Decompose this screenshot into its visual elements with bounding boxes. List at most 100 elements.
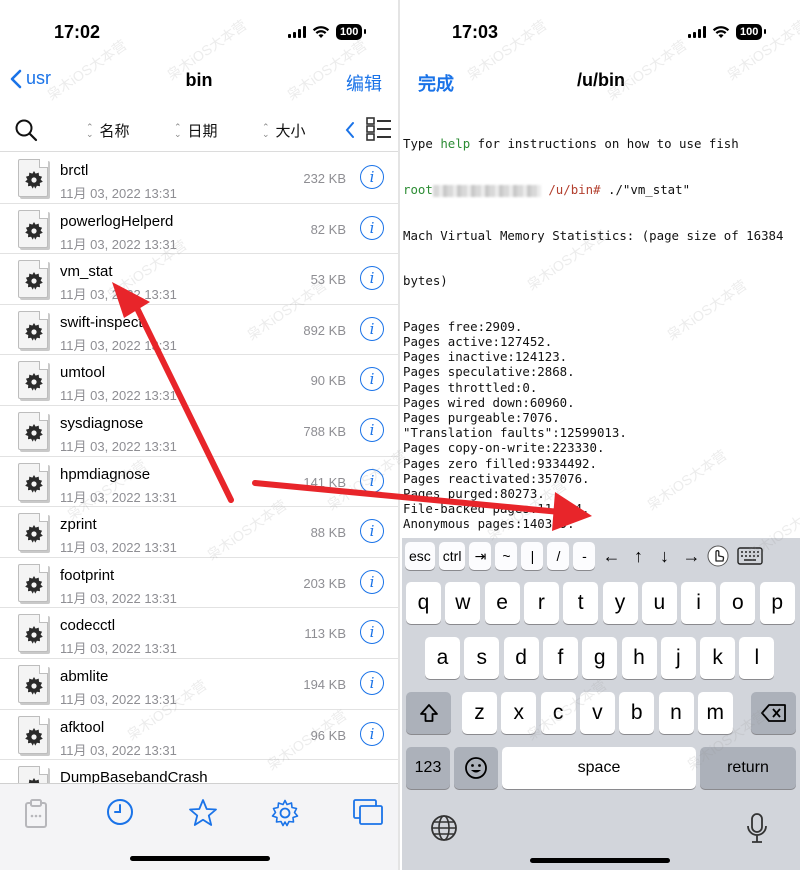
file-row[interactable]: powerlogHelperd 11月 03, 2022 13:31 82 KB i [0,204,398,255]
info-icon[interactable]: i [360,165,384,189]
key-v[interactable]: v [579,692,615,734]
numbers-key[interactable]: 123 [406,747,450,789]
key-m[interactable]: m [697,692,733,734]
key-w[interactable]: w [445,582,481,624]
space-key[interactable]: space [502,747,696,789]
microphone-icon[interactable] [746,812,768,844]
hand-pointer-icon[interactable] [707,544,729,568]
info-icon[interactable]: i [360,367,384,392]
key-t[interactable]: t [563,582,599,624]
file-row[interactable]: abmlite 11月 03, 2022 13:31 194 KB i [0,659,398,710]
file-row[interactable]: sysdiagnose 11月 03, 2022 13:31 788 KB i [0,406,398,457]
arrow-right-key[interactable]: → [679,542,703,570]
pipe-key[interactable]: | [521,542,544,570]
ctrl-key[interactable]: ctrl [438,542,466,570]
info-icon[interactable]: i [360,316,384,341]
file-row[interactable]: hpmdiagnose 11月 03, 2022 13:31 141 KB i [0,457,398,508]
gear-icon[interactable] [270,798,300,828]
arrow-left-key[interactable]: ← [599,542,623,570]
key-b[interactable]: b [619,692,655,734]
info-icon[interactable]: i [360,519,384,544]
key-p[interactable]: p [759,582,795,624]
dash-key[interactable]: - [573,542,596,570]
key-y[interactable]: y [602,582,638,624]
info-icon[interactable]: i [360,215,384,240]
tab-key[interactable]: ⇥ [469,542,492,570]
key-u[interactable]: u [641,582,677,624]
executable-file-icon [18,664,48,703]
file-row[interactable]: DumpBasebandCrash [0,760,398,783]
slash-key[interactable]: / [547,542,570,570]
redacted-hostname [432,184,541,197]
info-icon[interactable]: i [360,620,384,645]
file-row[interactable]: footprint 11月 03, 2022 13:31 203 KB i [0,558,398,609]
info-icon[interactable]: i [360,468,384,493]
key-l[interactable]: l [739,637,775,679]
clipboard-icon[interactable] [24,798,48,828]
esc-key[interactable]: esc [405,542,435,570]
emoji-key[interactable] [454,747,498,789]
windows-icon[interactable] [352,798,384,828]
stat-label: Pages free: [403,318,486,334]
stat-value: 2868. [537,364,575,380]
file-row[interactable]: umtool 11月 03, 2022 13:31 90 KB i [0,355,398,406]
file-row[interactable]: codecctl 11月 03, 2022 13:31 113 KB i [0,608,398,659]
info-icon[interactable]: i [360,417,384,442]
file-row[interactable]: zprint 11月 03, 2022 13:31 88 KB i [0,507,398,558]
stat-line: Pages speculative:2868. [402,364,764,379]
file-row[interactable]: vm_stat 11月 03, 2022 13:31 53 KB i [0,254,398,305]
stat-value: 7076. [522,410,560,426]
file-row[interactable]: afktool 11月 03, 2022 13:31 96 KB i [0,710,398,761]
info-icon[interactable]: i [360,670,384,695]
chevron-left-icon[interactable] [344,120,356,140]
delete-key[interactable] [751,692,796,734]
stat-value: 0. [522,379,538,395]
info-icon[interactable]: i [360,569,384,594]
shift-key[interactable] [406,692,451,734]
keyboard-icon[interactable] [737,546,764,566]
star-icon[interactable] [188,798,218,828]
page-title: bin [185,70,213,90]
key-i[interactable]: i [681,582,717,624]
arrow-down-key[interactable]: ↓ [653,542,675,570]
key-c[interactable]: c [540,692,576,734]
file-name: zprint [60,516,97,534]
key-j[interactable]: j [660,637,696,679]
key-o[interactable]: o [720,582,756,624]
sort-by-name-button[interactable]: ⌃ ⌄ 名称 [86,120,130,141]
clock-icon[interactable] [106,798,134,826]
list-view-icon[interactable] [366,116,392,142]
info-icon[interactable]: i [360,721,384,746]
executable-file-icon [18,310,48,349]
key-r[interactable]: r [523,582,559,624]
sort-by-date-button[interactable]: ⌃ ⌄ 日期 [174,120,218,141]
return-key[interactable]: return [700,747,796,789]
status-time: 17:03 [452,22,499,42]
key-z[interactable]: z [462,692,497,734]
key-x[interactable]: x [501,692,537,734]
globe-icon[interactable] [430,814,458,842]
tilde-key[interactable]: ~ [495,542,518,570]
arrow-up-key[interactable]: ↑ [627,542,649,570]
key-g[interactable]: g [582,637,618,679]
key-a[interactable]: a [425,637,460,679]
key-e[interactable]: e [484,582,520,624]
terminal-output[interactable]: Type help for instructions on how to use… [402,106,800,534]
gear-icon [25,221,43,240]
info-icon[interactable]: i [360,266,384,291]
search-icon[interactable] [14,118,38,142]
key-s[interactable]: s [464,637,500,679]
home-indicator [130,856,270,861]
key-n[interactable]: n [658,692,694,734]
key-d[interactable]: d [503,637,539,679]
sort-by-size-button[interactable]: ⌃ ⌄ 大小 [262,120,306,141]
file-row[interactable]: brctl 11月 03, 2022 13:31 232 KB i [0,153,398,204]
edit-button[interactable]: 编辑 [346,70,382,96]
file-row[interactable]: swift-inspect 11月 03, 2022 13:31 892 KB i [0,305,398,356]
key-q[interactable]: q [406,582,441,624]
key-k[interactable]: k [700,637,736,679]
executable-file-icon [18,614,48,653]
key-h[interactable]: h [621,637,657,679]
key-f[interactable]: f [542,637,578,679]
sort-name-label: 名称 [99,123,130,140]
